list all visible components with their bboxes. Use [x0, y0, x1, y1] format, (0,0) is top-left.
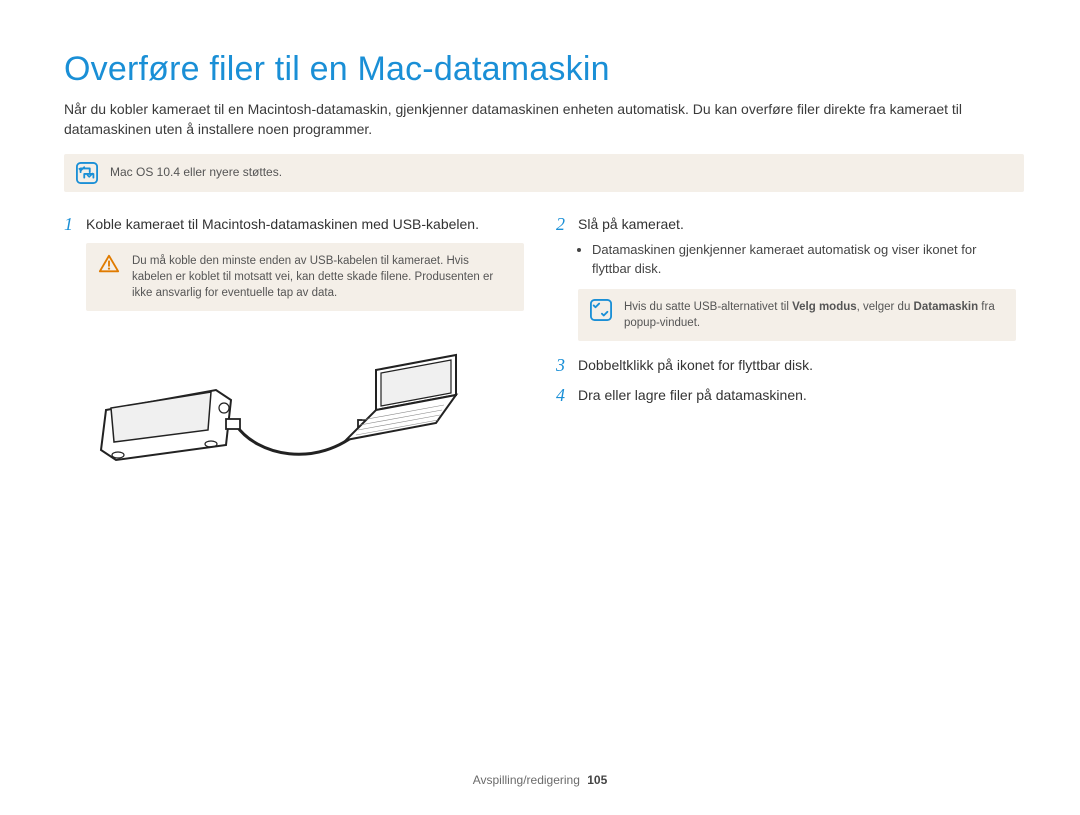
step-number-1: 1 [64, 214, 76, 236]
step-3-text: Dobbeltklikk på ikonet for flyttbar disk… [578, 355, 813, 377]
note-box-2: Hvis du satte USB-alternativet til Velg … [578, 289, 1016, 341]
page-footer: Avspilling/redigering 105 [0, 773, 1080, 787]
step-number-4: 4 [556, 385, 568, 407]
step-2-bullets: Datamaskinen gjenkjenner kameraet automa… [578, 241, 1016, 279]
left-column: 1 Koble kameraet til Macintosh-datamaski… [64, 214, 524, 486]
bullet-item: Datamaskinen gjenkjenner kameraet automa… [592, 241, 1016, 279]
step-2: 2 Slå på kameraet. [556, 214, 1016, 236]
step-1: 1 Koble kameraet til Macintosh-datamaski… [64, 214, 524, 236]
warning-icon [98, 253, 120, 275]
note2-bold1: Velg modus [792, 301, 857, 313]
footer-section: Avspilling/redigering [473, 773, 580, 787]
note2-bold2: Datamaskin [914, 301, 979, 313]
note2-mid: , velger du [857, 301, 914, 313]
note-icon [76, 162, 98, 184]
step-4-text: Dra eller lagre filer på datamaskinen. [578, 385, 807, 407]
note2-prefix: Hvis du satte USB-alternativet til [624, 301, 792, 313]
note-2-text: Hvis du satte USB-alternativet til Velg … [624, 299, 1004, 331]
step-number-2: 2 [556, 214, 568, 236]
caution-text: Du må koble den minste enden av USB-kabe… [132, 253, 512, 301]
caution-box: Du må koble den minste enden av USB-kabe… [86, 243, 524, 311]
note-icon [590, 299, 612, 321]
footer-page-number: 105 [587, 773, 607, 787]
step-number-3: 3 [556, 355, 568, 377]
step-4: 4 Dra eller lagre filer på datamaskinen. [556, 385, 1016, 407]
step-3: 3 Dobbeltklikk på ikonet for flyttbar di… [556, 355, 1016, 377]
intro-text: Når du kobler kameraet til en Macintosh-… [64, 99, 1016, 140]
page-title: Overføre filer til en Mac-datamaskin [64, 50, 1016, 89]
step-1-text: Koble kameraet til Macintosh-datamaskine… [86, 214, 479, 236]
top-note-box: Mac OS 10.4 eller nyere støttes. [64, 154, 1024, 192]
top-note-text: Mac OS 10.4 eller nyere støttes. [110, 164, 282, 181]
usb-connection-illustration [86, 325, 466, 485]
right-column: 2 Slå på kameraet. Datamaskinen gjenkjen… [556, 214, 1016, 486]
step-2-text: Slå på kameraet. [578, 214, 684, 236]
